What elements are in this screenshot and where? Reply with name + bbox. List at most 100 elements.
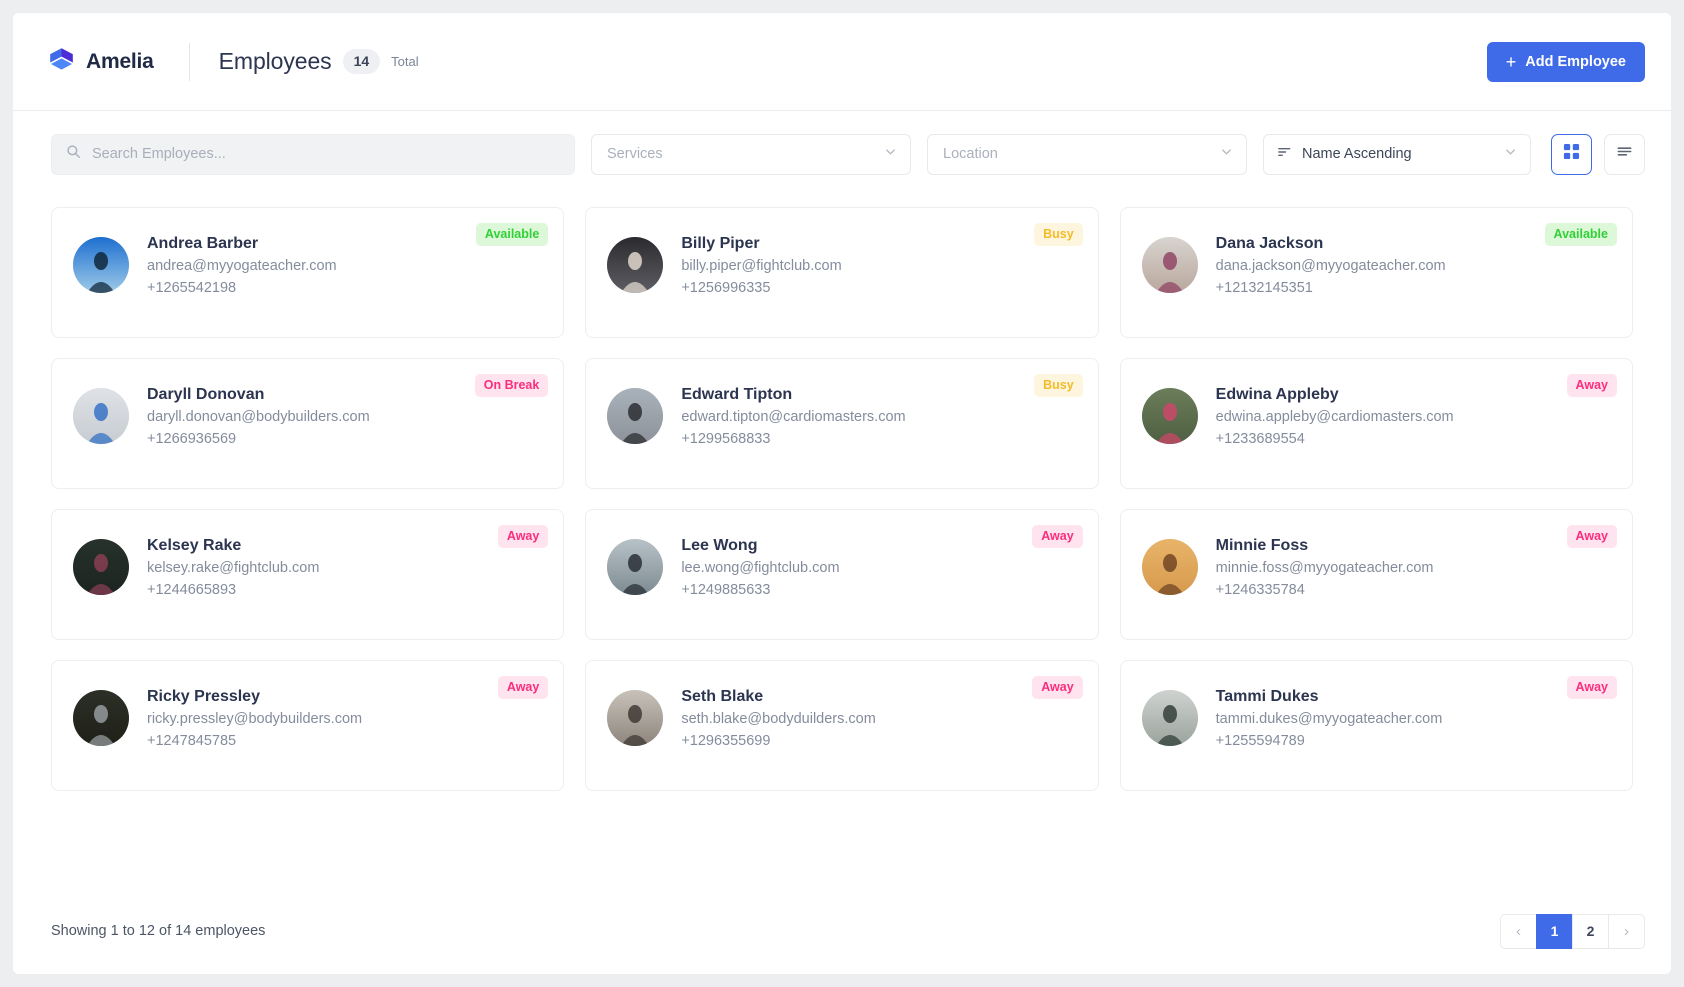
add-employee-button[interactable]: + Add Employee	[1486, 41, 1645, 82]
employee-phone: +1266936569	[147, 431, 237, 448]
avatar	[73, 388, 129, 444]
employee-phone: +1246335784	[1215, 582, 1305, 599]
pagination-page-1[interactable]: 1	[1536, 913, 1573, 949]
employee-info: Andrea Barber andrea@myyogateacher.com +12…	[147, 230, 337, 337]
employee-card[interactable]: Tammi Dukes tammi.dukes@myyogateacher.com…	[1119, 660, 1633, 791]
sort-ascending-icon	[1277, 145, 1292, 164]
search-icon	[66, 144, 81, 164]
status-badge: Away	[497, 525, 549, 549]
status-badge: Away	[1566, 676, 1617, 700]
showing-range-text: Showing 1 to 12 of 14 employees	[51, 923, 266, 939]
employee-info: Edwina Appleby edwina.appleby@cardiomaste…	[1216, 381, 1454, 488]
employee-phone: +1244665893	[147, 582, 237, 599]
sort-order-label: Name Ascending	[1302, 146, 1412, 162]
employee-card[interactable]: Lee Wong lee.wong@fightclub.com +124988563…	[585, 509, 1099, 640]
employee-email: seth.blake@bodyduilders.com	[681, 711, 876, 728]
avatar	[1141, 237, 1198, 293]
status-badge: Available	[1544, 223, 1617, 247]
avatar	[607, 690, 664, 746]
status-badge: Away	[1032, 525, 1083, 549]
employee-email: billy.piper@fightclub.com	[681, 258, 842, 275]
employee-name: Daryll Donovan	[147, 386, 265, 403]
employee-phone: +12132145351	[1215, 280, 1313, 297]
employee-phone: +1299568833	[681, 431, 771, 448]
employee-name: Minnie Foss	[1215, 537, 1309, 554]
employee-card[interactable]: Kelsey Rake kelsey.rake@fightclub.com +124…	[51, 509, 565, 640]
avatar	[1141, 690, 1198, 746]
employee-email: edwina.appleby@cardiomasters.com	[1215, 409, 1454, 426]
employee-card[interactable]: Ricky Pressley ricky.pressley@bodybuilder…	[51, 660, 565, 791]
employee-phone: +1255594789	[1215, 733, 1305, 750]
employee-card[interactable]: Dana Jackson dana.jackson@myyogateacher.c…	[1119, 207, 1633, 338]
employee-card-grid: Andrea Barber andrea@myyogateacher.com +12…	[51, 207, 1633, 791]
employee-email: dana.jackson@myyogateacher.com	[1215, 258, 1446, 275]
employee-email: daryll.donovan@bodybuilders.com	[147, 409, 370, 426]
employee-phone: +1247845785	[147, 733, 237, 750]
employee-name: Kelsey Rake	[147, 537, 242, 554]
employee-info: Lee Wong lee.wong@fightclub.com +124988563…	[681, 532, 839, 639]
employee-card[interactable]: Billy Piper billy.piper@fightclub.com +125…	[585, 207, 1099, 338]
employee-grid-container: Andrea Barber andrea@myyogateacher.com +12…	[13, 197, 1671, 888]
employee-card[interactable]: Minnie Foss minnie.foss@myyogateacher.com…	[1119, 509, 1633, 640]
employee-card[interactable]: Seth Blake seth.blake@bodyduilders.com +12…	[585, 660, 1099, 791]
plus-icon: +	[1505, 51, 1517, 72]
pagination-prev-button[interactable]: ‹	[1500, 913, 1537, 949]
filter-toolbar: Services Location Name Ascending	[13, 111, 1671, 197]
avatar	[73, 539, 129, 595]
employee-info: Tammi Dukes tammi.dukes@myyogateacher.com…	[1216, 683, 1443, 790]
employee-phone: +1256996335	[681, 280, 771, 297]
chevron-down-icon	[1220, 145, 1233, 163]
employee-card[interactable]: Edward Tipton edward.tipton@cardiomasters…	[585, 358, 1099, 489]
pagination: ‹ 1 2 ›	[1500, 913, 1645, 949]
employee-card[interactable]: Andrea Barber andrea@myyogateacher.com +12…	[51, 207, 565, 338]
avatar	[73, 690, 129, 746]
grid-view-button[interactable]	[1551, 133, 1592, 175]
chevron-down-icon	[1504, 145, 1517, 163]
header-divider	[188, 42, 190, 81]
location-filter-label: Location	[943, 146, 998, 162]
employee-name: Andrea Barber	[147, 235, 259, 252]
status-badge: Away	[1566, 525, 1617, 549]
status-badge: Away	[1032, 676, 1083, 700]
employee-phone: +1265542198	[147, 280, 237, 297]
sort-order-select[interactable]: Name Ascending	[1263, 133, 1531, 175]
employee-phone: +1233689554	[1215, 431, 1305, 448]
pagination-page-2[interactable]: 2	[1572, 913, 1609, 949]
avatar	[607, 237, 664, 293]
employee-info: Daryll Donovan daryll.donovan@bodybuilder…	[147, 381, 370, 488]
list-view-button[interactable]	[1604, 133, 1645, 175]
employee-email: minnie.foss@myyogateacher.com	[1215, 560, 1434, 577]
employee-name: Billy Piper	[681, 235, 760, 252]
employee-card[interactable]: Edwina Appleby edwina.appleby@cardiomaste…	[1119, 358, 1633, 489]
employee-count-badge: 14	[342, 49, 381, 74]
services-filter-select[interactable]: Services	[591, 133, 911, 175]
employee-name: Dana Jackson	[1215, 235, 1324, 252]
employee-name: Tammi Dukes	[1215, 688, 1319, 705]
view-mode-toggle-group	[1551, 133, 1645, 175]
employee-email: edward.tipton@cardiomasters.com	[681, 409, 906, 426]
employee-name: Edward Tipton	[681, 386, 793, 403]
employee-phone: +1296355699	[681, 733, 771, 750]
employee-email: ricky.pressley@bodybuilders.com	[147, 711, 363, 728]
employee-email: lee.wong@fightclub.com	[681, 560, 840, 577]
employee-card[interactable]: Daryll Donovan daryll.donovan@bodybuilder…	[51, 358, 565, 489]
search-input[interactable]	[92, 146, 560, 162]
pagination-next-button[interactable]: ›	[1608, 913, 1645, 949]
avatar	[607, 388, 664, 444]
employee-email: andrea@myyogateacher.com	[147, 258, 337, 275]
chevron-down-icon	[884, 145, 897, 163]
list-view-icon	[1616, 144, 1633, 164]
app-header: Amelia Employees 14 Total + Add Employee	[13, 13, 1671, 111]
status-badge: Away	[1566, 374, 1617, 398]
employee-info: Minnie Foss minnie.foss@myyogateacher.com…	[1216, 532, 1434, 639]
page-title: Employees	[218, 48, 332, 74]
location-filter-select[interactable]: Location	[927, 133, 1247, 175]
search-employees-box[interactable]	[51, 133, 575, 175]
services-filter-label: Services	[607, 146, 663, 162]
employee-info: Dana Jackson dana.jackson@myyogateacher.c…	[1216, 230, 1446, 337]
brand[interactable]: Amelia	[37, 47, 154, 76]
page-title-group: Employees 14 Total	[219, 48, 419, 75]
status-badge: Away	[497, 676, 549, 700]
employee-info: Seth Blake seth.blake@bodyduilders.com +12…	[681, 683, 875, 790]
status-badge: Available	[475, 223, 549, 247]
